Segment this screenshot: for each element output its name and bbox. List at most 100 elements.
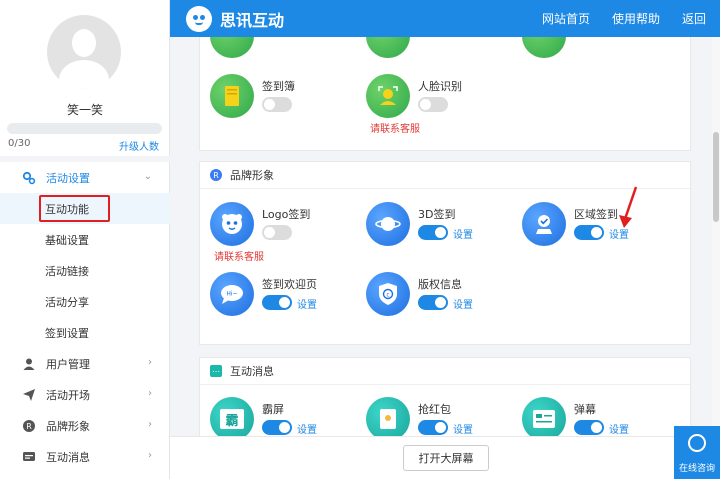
scrollbar-thumb[interactable]	[713, 132, 719, 222]
feature-item: 设置	[210, 37, 360, 68]
sidebar-subitem-label: 活动链接	[45, 264, 89, 278]
sidebar-nav: 活动设置 ⌄ 互动功能 基础设置 活动链接 活动分享 签到设置 用户管理 › 活…	[0, 162, 170, 472]
feature-toggle[interactable]	[418, 295, 448, 310]
feature-toggle[interactable]	[574, 225, 604, 240]
sidebar-subitem-label: 签到设置	[45, 326, 89, 340]
nav-help[interactable]: 使用帮助	[612, 10, 660, 27]
avatar[interactable]	[47, 15, 121, 89]
header-nav: 网站首页 使用帮助 返回	[520, 0, 706, 37]
feature-name: 区域签到	[574, 208, 618, 221]
chevron-right-icon: ›	[148, 450, 152, 461]
feature-item-face-recognition: 人脸识别 请联系客服	[366, 74, 516, 135]
feature-name: 版权信息	[418, 278, 462, 291]
sidebar-item-label: 活动设置	[46, 171, 90, 185]
logo-icon	[186, 5, 212, 32]
consult-label: 在线咨询	[678, 464, 715, 474]
setting-link[interactable]: 设置	[609, 226, 629, 241]
sidebar-subitem-interactive-features[interactable]: 互动功能	[0, 193, 170, 224]
feature-icon	[522, 37, 566, 58]
username: 笑一笑	[66, 103, 103, 117]
chevron-right-icon: ›	[148, 388, 152, 399]
sidebar-subitem-label: 基础设置	[45, 233, 89, 247]
svg-text:Hi~: Hi~	[226, 291, 237, 298]
feature-name: 签到欢迎页	[262, 278, 317, 291]
features-panel: 设置 设置 设置 签到簿 人脸识别 请联系客服	[199, 37, 691, 151]
feature-name: 霸屏	[262, 403, 284, 416]
feature-toggle[interactable]	[262, 420, 292, 435]
sidebar-item-interactive-messages[interactable]: 互动消息 ›	[0, 441, 170, 472]
sidebar-subitem-label: 互动功能	[45, 202, 89, 216]
copyright-shield-icon: c	[366, 272, 410, 316]
registered-icon: R	[22, 419, 36, 433]
chevron-down-icon: ⌄	[143, 171, 152, 182]
feature-toggle[interactable]	[262, 225, 292, 240]
feature-name: 签到簿	[262, 80, 295, 93]
feature-name: 抢红包	[418, 403, 451, 416]
feature-toggle[interactable]	[418, 225, 448, 240]
sidebar-subitem-activity-share[interactable]: 活动分享	[0, 286, 170, 317]
feature-toggle[interactable]	[418, 97, 448, 112]
sidebar-item-user-management[interactable]: 用户管理 ›	[0, 348, 170, 379]
sidebar: 笑一笑 0/30 升级人数 活动设置 ⌄ 互动功能 基础设置 活动链接 活动分享…	[0, 0, 170, 479]
setting-link[interactable]: 设置	[453, 421, 473, 436]
upgrade-link[interactable]: 升级人数	[119, 138, 159, 153]
sidebar-item-activity-settings[interactable]: 活动设置 ⌄	[0, 162, 170, 193]
feature-item-zone-signin: 区域签到 设置	[522, 202, 672, 252]
scrollbar[interactable]	[712, 37, 720, 436]
open-big-screen-button[interactable]: 打开大屏幕	[403, 445, 489, 471]
message-icon	[22, 450, 36, 464]
sidebar-item-activity-opening[interactable]: 活动开场 ›	[0, 379, 170, 410]
feature-name: 3D签到	[418, 208, 456, 221]
feature-toggle[interactable]	[574, 420, 604, 435]
sidebar-item-label: 用户管理	[46, 357, 90, 371]
setting-link[interactable]: 设置	[297, 421, 317, 436]
setting-link[interactable]: 设置	[453, 226, 473, 241]
feature-item: 设置	[366, 37, 516, 68]
nav-back[interactable]: 返回	[682, 10, 706, 27]
feature-icon	[210, 37, 254, 58]
section-title: 互动消息	[230, 365, 274, 378]
feature-item-copyright: c 版权信息 设置	[366, 272, 516, 322]
feature-toggle[interactable]	[262, 295, 292, 310]
contact-service-note: 请联系客服	[370, 124, 420, 135]
brand-section: R 品牌形象 Logo签到 请联系客服 3D签到 设置 区域签到 设置 Hi~ …	[199, 161, 691, 345]
user-icon	[22, 357, 36, 371]
setting-link[interactable]: 设置	[453, 296, 473, 311]
quota-count: 0/30	[8, 138, 31, 149]
face-scan-icon	[366, 74, 410, 118]
ba-icon: 霸	[210, 397, 254, 441]
message-icon: ⋯	[210, 365, 222, 377]
feature-toggle[interactable]	[418, 420, 448, 435]
section-header: R 品牌形象	[200, 162, 690, 189]
feature-toggle[interactable]	[262, 97, 292, 112]
headset-icon	[688, 434, 706, 452]
send-icon	[22, 388, 36, 402]
bottom-bar: 打开大屏幕	[170, 436, 720, 479]
online-consult-button[interactable]: 在线咨询	[674, 426, 720, 479]
svg-text:R: R	[26, 422, 32, 431]
location-badge-icon	[522, 202, 566, 246]
bear-logo-icon	[210, 202, 254, 246]
quota-progress-bar	[7, 123, 162, 134]
feature-item-3d-signin: 3D签到 设置	[366, 202, 516, 252]
feature-item-signbook: 签到簿	[210, 74, 360, 124]
feature-item-logo-signin: Logo签到 请联系客服	[210, 202, 360, 263]
sidebar-subitem-label: 活动分享	[45, 295, 89, 309]
feature-icon	[366, 37, 410, 58]
sidebar-item-label: 互动消息	[46, 450, 90, 464]
section-header: ⋯ 互动消息	[200, 358, 690, 385]
feature-item: 设置	[522, 37, 672, 68]
feature-name: 弹幕	[574, 403, 596, 416]
sidebar-subitem-basic-settings[interactable]: 基础设置	[0, 224, 170, 255]
sidebar-item-label: 品牌形象	[46, 419, 90, 433]
chevron-right-icon: ›	[148, 419, 152, 430]
sidebar-subitem-signin-settings[interactable]: 签到设置	[0, 317, 170, 348]
setting-link[interactable]: 设置	[297, 296, 317, 311]
sidebar-item-brand-image[interactable]: R 品牌形象 ›	[0, 410, 170, 441]
setting-link[interactable]: 设置	[609, 421, 629, 436]
nav-home[interactable]: 网站首页	[542, 10, 590, 27]
chevron-right-icon: ›	[148, 357, 152, 368]
main-content: 设置 设置 设置 签到簿 人脸识别 请联系客服	[170, 37, 720, 479]
sidebar-subitem-activity-link[interactable]: 活动链接	[0, 255, 170, 286]
feature-name: 人脸识别	[418, 80, 462, 93]
